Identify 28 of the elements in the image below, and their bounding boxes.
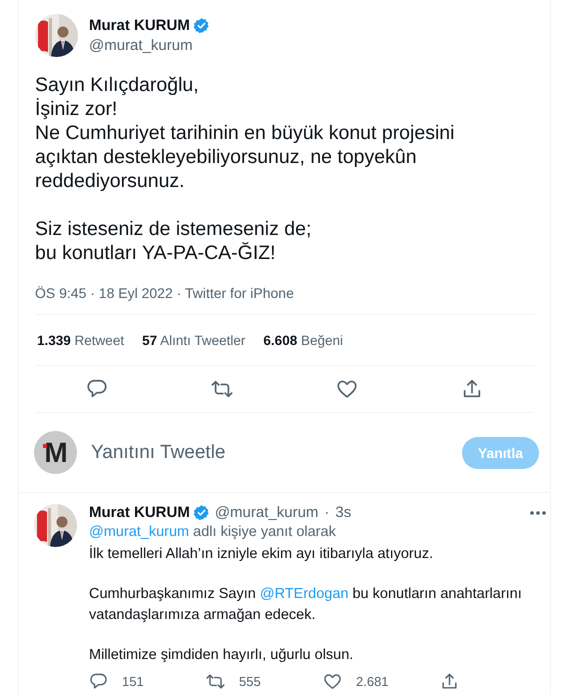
action-count: 555 (239, 674, 261, 689)
heart-icon[interactable] (336, 378, 358, 400)
reply-icon[interactable] (89, 672, 108, 691)
reply-input-field[interactable]: Yanıtını Tweetle (89, 440, 462, 464)
share-icon[interactable] (440, 672, 459, 691)
stat-link[interactable]: 1.339 Retweet (37, 333, 124, 348)
more-icon[interactable] (529, 510, 547, 516)
author-name[interactable]: Murat KURUM (89, 504, 190, 521)
tweet-timestamp[interactable]: ÖS 9:45 · 18 Eyl 2022 · Twitter for iPhone (35, 285, 534, 315)
reply-context-text: adlı kişiye yanıt olarak (192, 524, 336, 540)
retweet-icon[interactable] (206, 672, 225, 691)
author-name[interactable]: Murat KURUM (89, 17, 190, 34)
tweet-text: Milletimize şimdiden hayırlı, uğurlu olsun. (89, 646, 354, 665)
retweet-icon[interactable] (211, 378, 234, 400)
stat-link[interactable]: 57 Alıntı Tweetler (142, 333, 246, 348)
tweet-text: İlk temelleri Allah’ın izniyle ekim ayı itibarıyla atıyoruz. (89, 544, 434, 564)
action-count: 151 (122, 674, 144, 689)
heart-icon[interactable] (323, 672, 342, 691)
stat-link[interactable]: 6.608 Beğeni (263, 333, 344, 348)
separator-dot: · (324, 504, 330, 521)
tweet-time[interactable]: 3s (335, 504, 352, 521)
author-handle[interactable]: @murat_kurum (214, 504, 318, 521)
reply-icon[interactable] (86, 378, 108, 400)
action-count: 2.681 (356, 674, 389, 689)
tweet-text: Cumhurbaşkanımız Sayın @RTErdogan bu konutların anahtarlarını vatandaşlarımıza armağan edecek. (89, 585, 523, 625)
tweet-text: Sayın Kılıçdaroğlu, İşiniz zor! Ne Cumhuriyet tarihinin en büyük konut projesini açıktan destekleyebiliyorsunuz, ne topyekûn reddediyorsunuz. Siz isteseniz de istemeseniz de; bu konutları YA-PA-CA-ĞIZ! (34, 73, 456, 265)
logo-avatar: M (34, 431, 77, 474)
author-handle[interactable]: @murat_kurum (89, 37, 210, 54)
